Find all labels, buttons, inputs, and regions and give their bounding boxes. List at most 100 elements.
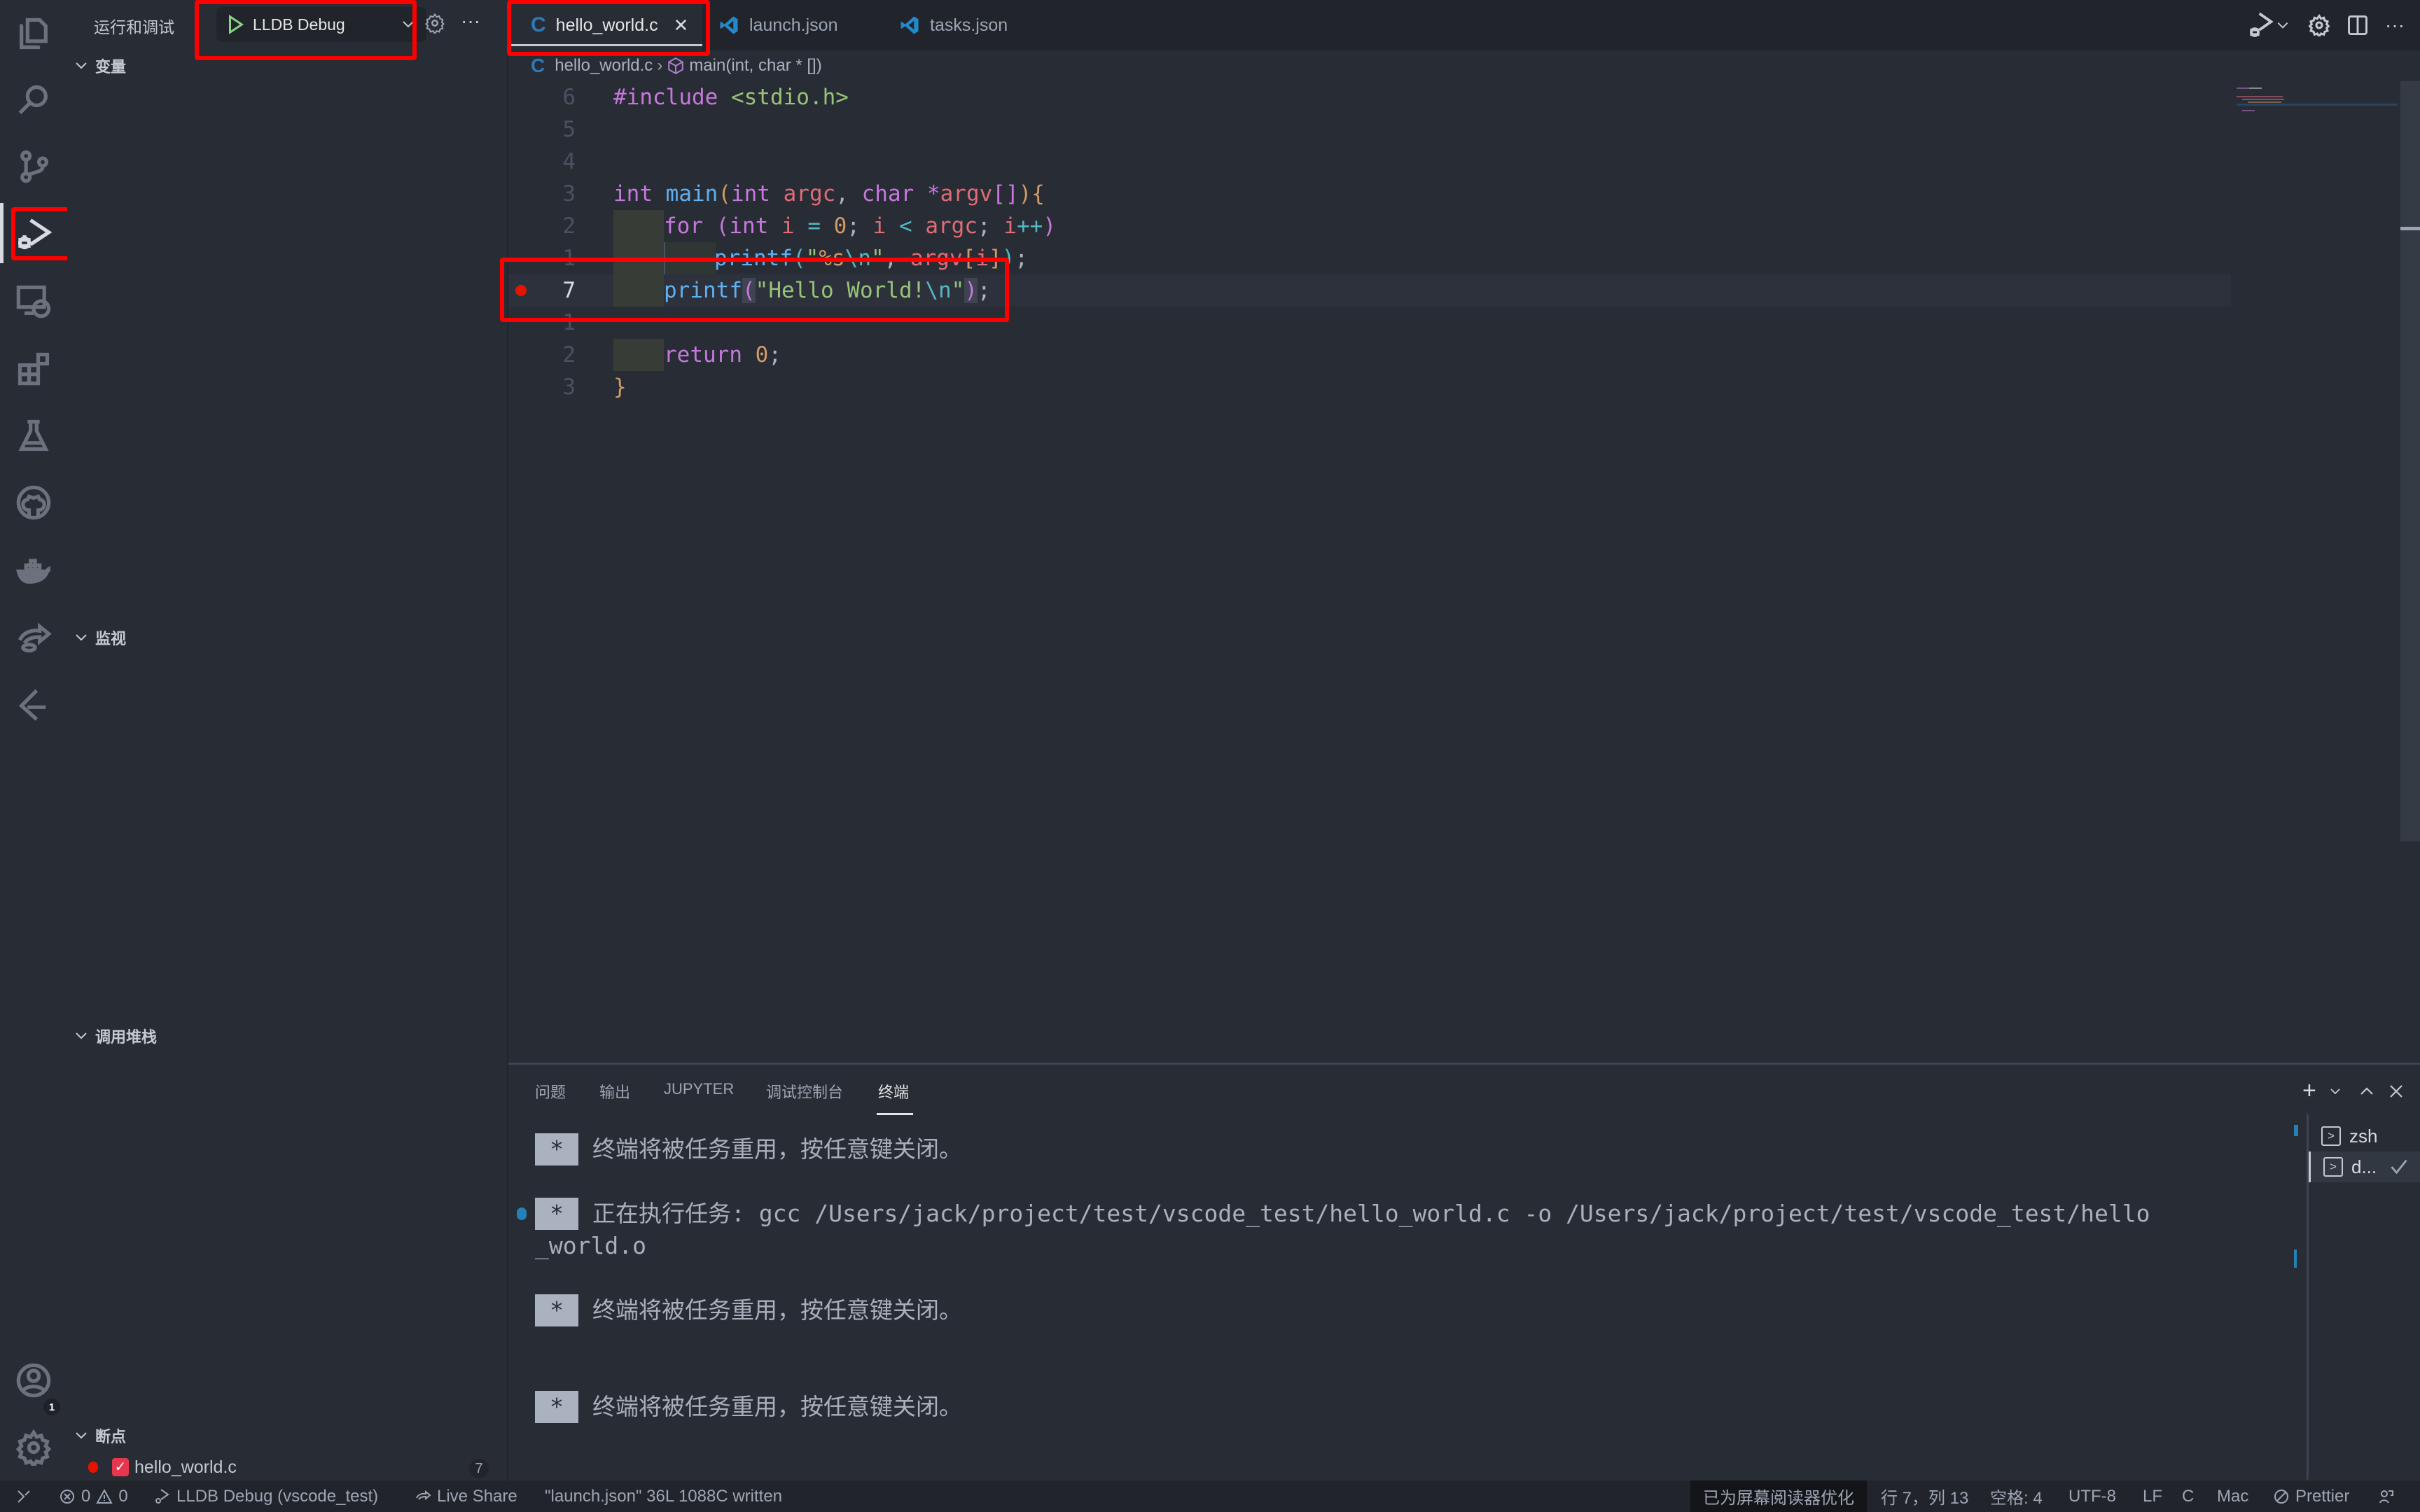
gitlens-icon[interactable] <box>14 685 53 724</box>
panel-tab-jupyter[interactable]: JUPYTER <box>664 1080 734 1098</box>
run-debug-dropdown-icon[interactable] <box>2248 11 2276 39</box>
problems-indicator[interactable]: 0 0 <box>59 1480 128 1512</box>
explorer-icon[interactable] <box>14 14 53 53</box>
indentation[interactable]: 空格: 4 <box>1990 1480 2043 1512</box>
remote-indicator[interactable] <box>15 1480 32 1512</box>
testing-beaker-icon[interactable] <box>14 416 53 455</box>
live-share-icon[interactable] <box>14 617 53 657</box>
language-mode[interactable]: C <box>2182 1480 2194 1512</box>
code-token: , <box>884 246 910 271</box>
line-number: 2 <box>562 214 576 239</box>
chevron-down-icon[interactable] <box>2329 1085 2342 1098</box>
terminal-text: 正在执行任务: gcc /Users/jack/project/test/vsc… <box>592 1200 2150 1227</box>
minimap[interactable] <box>2237 80 2398 122</box>
panel-tab-output[interactable]: 输出 <box>599 1080 630 1102</box>
prettier-label: Prettier <box>2295 1486 2350 1506</box>
code-token: " <box>870 246 884 271</box>
platform[interactable]: Mac <box>2217 1480 2248 1512</box>
variables-section-header[interactable]: 变量 <box>74 55 126 77</box>
terminal-instance-label: d... <box>2351 1156 2377 1177</box>
code-token: " <box>805 246 819 271</box>
more-actions-icon[interactable]: ··· <box>2385 14 2405 36</box>
code-line[interactable]: 3 int main(int argc, char *argv[]){ <box>508 178 2231 210</box>
code-line[interactable]: 6 #include <stdio.h> <box>508 81 2231 113</box>
code-line[interactable]: 2 return 0; <box>508 339 2231 371</box>
run-debug-icon[interactable] <box>14 214 53 253</box>
live-share-status[interactable]: Live Share <box>415 1480 517 1512</box>
start-debug-icon[interactable] <box>226 14 244 35</box>
breakpoints-section-header[interactable]: 断点 <box>74 1424 126 1447</box>
breakpoint-item[interactable]: ✓ hello_world.c 7 <box>77 1456 497 1480</box>
more-actions-icon[interactable]: ··· <box>461 10 480 32</box>
code-token: "Hello World! <box>755 278 926 303</box>
panel-tab-problems[interactable]: 问题 <box>535 1080 566 1102</box>
code-editor[interactable]: 6 #include <stdio.h> 5 4 3 int main(int argc,… <box>508 81 2420 1061</box>
watch-section-header[interactable]: 监视 <box>74 626 126 649</box>
code-line[interactable]: 1 printf("%s\n", argv[i]); <box>508 242 2231 274</box>
terminal-text: 终端将被任务重用，按任意键关闭。 <box>592 1393 962 1420</box>
split-editor-icon[interactable] <box>2347 15 2368 36</box>
code-token: * <box>926 181 940 206</box>
terminal-text: 终端将被任务重用，按任意键关闭。 <box>592 1296 962 1324</box>
close-tab-icon[interactable]: ✕ <box>674 15 689 36</box>
code-token: ; <box>977 278 991 303</box>
terminal-icon: > <box>2321 1126 2341 1146</box>
settings-gear-icon[interactable] <box>2308 14 2330 36</box>
code-token: main <box>665 181 718 206</box>
manage-gear-icon[interactable] <box>14 1428 53 1467</box>
breadcrumb-file[interactable]: hello_world.c <box>555 56 653 76</box>
docker-icon[interactable] <box>14 550 53 589</box>
code-token: ( <box>716 214 730 239</box>
encoding[interactable]: UTF-8 <box>2068 1480 2116 1512</box>
open-launch-json-gear-icon[interactable] <box>424 13 445 34</box>
indent-guide <box>613 274 664 307</box>
github-icon[interactable] <box>14 483 53 522</box>
search-icon[interactable] <box>14 81 53 120</box>
feedback-icon[interactable] <box>2378 1480 2395 1512</box>
warning-icon <box>96 1488 113 1504</box>
chevron-down-icon[interactable] <box>2276 18 2290 32</box>
indent-guide <box>613 242 664 274</box>
remote-explorer-icon[interactable] <box>14 281 53 321</box>
debug-config-select[interactable]: LLDB Debug <box>216 7 426 42</box>
cursor-position[interactable]: 行 7，列 13 <box>1881 1480 1968 1512</box>
vscode-icon <box>900 16 919 34</box>
bottom-panel: 问题 输出 JUPYTER 调试控制台 终端 + * 终端将被任务重用，按任意键关… <box>508 1063 2420 1485</box>
code-token: [ <box>962 246 976 271</box>
tab-hello-world-c[interactable]: C hello_world.c ✕ <box>511 0 703 50</box>
editor-scrollbar[interactable] <box>2400 81 2420 841</box>
terminal-instance[interactable]: > zsh <box>2309 1121 2420 1152</box>
new-terminal-icon[interactable]: + <box>2302 1077 2316 1105</box>
source-control-icon[interactable] <box>14 147 53 186</box>
debug-status[interactable]: LLDB Debug (vscode_test) <box>154 1480 378 1512</box>
code-token: [] <box>992 181 1019 206</box>
maximize-panel-icon[interactable] <box>2358 1083 2375 1100</box>
panel-tab-debug-console[interactable]: 调试控制台 <box>766 1080 843 1102</box>
close-panel-icon[interactable] <box>2388 1083 2405 1100</box>
command-decoration-dot-icon[interactable] <box>517 1208 527 1220</box>
prettier-status[interactable]: Prettier <box>2273 1480 2349 1512</box>
breakpoint-enabled-checkbox[interactable]: ✓ <box>112 1458 129 1476</box>
call-stack-section-header[interactable]: 调用堆栈 <box>74 1025 157 1047</box>
accounts-icon[interactable]: 1 <box>14 1361 60 1415</box>
code-token: printf <box>714 246 793 271</box>
screen-reader-mode[interactable]: 已为屏幕阅读器优化 <box>1690 1480 1867 1512</box>
code-line[interactable]: 5 <box>508 113 2231 146</box>
terminal-text: 终端将被任务重用，按任意键关闭。 <box>592 1135 962 1163</box>
end-of-line[interactable]: LF <box>2143 1480 2162 1512</box>
code-line[interactable]: 2 for (int i = 0; i < argc; i++) <box>508 210 2231 242</box>
code-line[interactable]: 3} <box>508 371 2231 403</box>
terminal-instance[interactable]: > d... <box>2309 1152 2420 1182</box>
code-line[interactable]: 7 printf("Hello World!\n"); <box>508 274 2231 307</box>
indent-guide <box>613 339 664 371</box>
tab-launch-json[interactable]: launch.json <box>718 0 837 50</box>
tab-tasks-json[interactable]: tasks.json <box>899 0 1008 50</box>
code-line[interactable]: 4 <box>508 146 2231 178</box>
extensions-icon[interactable] <box>14 349 53 388</box>
code-text: printf("%s\n", argv[i]); <box>714 242 1028 274</box>
panel-tab-terminal[interactable]: 终端 <box>878 1080 909 1102</box>
c-file-icon: C <box>531 13 546 36</box>
code-line[interactable]: 1 <box>508 307 2231 339</box>
status-message: "launch.json" 36L 1088C written <box>545 1486 783 1506</box>
breadcrumb-symbol[interactable]: main(int, char * []) <box>689 56 821 76</box>
